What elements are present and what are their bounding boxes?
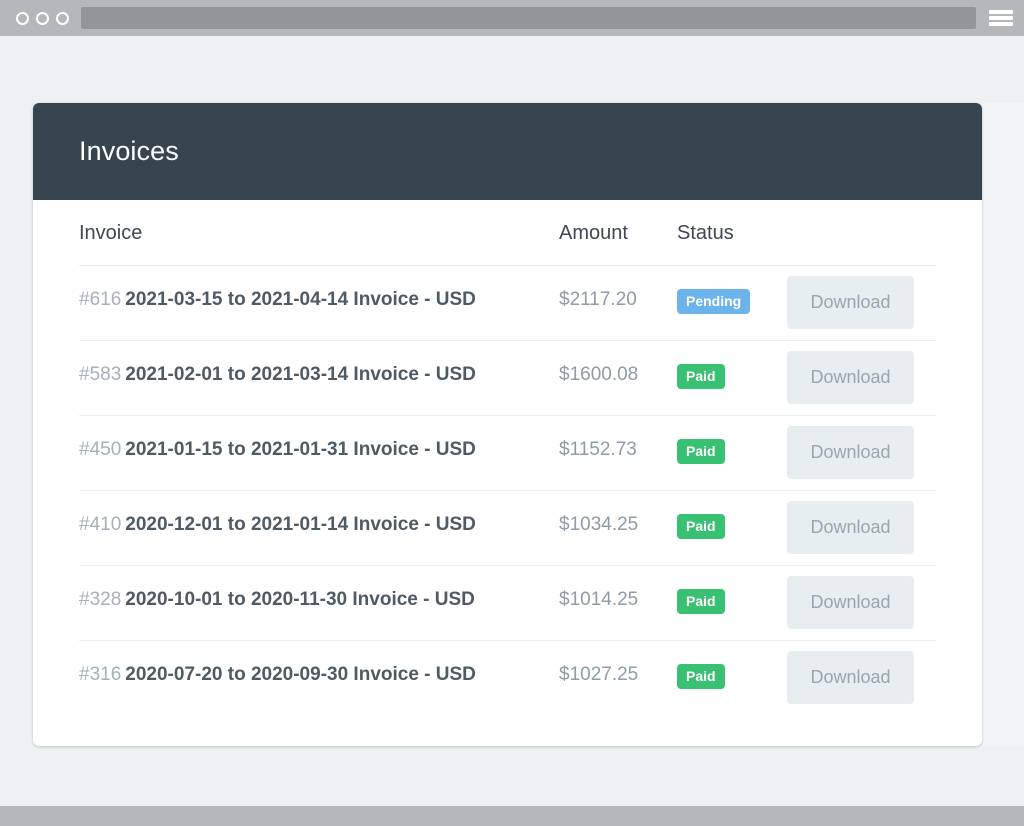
cell-amount: $1600.08 — [559, 340, 677, 416]
table-row: #616 2021-03-15 to 2021-04-14 Invoice - U… — [79, 265, 936, 341]
column-header-action — [787, 200, 936, 266]
cell-amount: $1027.25 — [559, 641, 677, 716]
invoice-label: #410 2020-12-01 to 2021-01-14 Invoice - U… — [79, 491, 559, 536]
invoice-label: #450 2021-01-15 to 2021-01-31 Invoice - U… — [79, 416, 559, 461]
invoice-number: #583 — [79, 364, 122, 385]
page-right-gutter — [982, 103, 1024, 746]
invoice-label: #583 2021-02-01 to 2021-03-14 Invoice - U… — [79, 341, 559, 386]
cell-amount: $1014.25 — [559, 565, 677, 641]
column-header-status: Status — [677, 200, 787, 266]
invoice-amount: $1034.25 — [559, 514, 639, 535]
invoices-table: Invoice Amount Status #616 2021-03-15 to … — [79, 200, 936, 716]
status-wrapper: Paid — [677, 566, 787, 614]
address-bar[interactable] — [81, 7, 976, 29]
status-badge: Paid — [677, 589, 725, 614]
close-window-icon[interactable] — [16, 11, 29, 25]
cell-invoice: #583 2021-02-01 to 2021-03-14 Invoice - U… — [79, 340, 559, 416]
download-button[interactable]: Download — [787, 576, 914, 629]
cell-status: Paid — [677, 415, 787, 491]
cell-invoice: #450 2021-01-15 to 2021-01-31 Invoice - U… — [79, 415, 559, 491]
cell-invoice: #616 2021-03-15 to 2021-04-14 Invoice - U… — [79, 265, 559, 341]
status-wrapper: Paid — [677, 641, 787, 689]
invoice-number: #316 — [79, 664, 122, 685]
invoice-amount: $1152.73 — [559, 439, 637, 460]
hamburger-bar-1 — [989, 10, 1013, 14]
hamburger-menu-icon[interactable] — [989, 8, 1013, 28]
status-wrapper: Paid — [677, 416, 787, 464]
invoice-amount: $1027.25 — [559, 664, 639, 685]
cell-amount: $2117.20 — [559, 265, 677, 341]
invoice-description: 2020-07-20 to 2020-09-30 Invoice - USD — [125, 664, 476, 685]
cell-action: Download — [787, 340, 936, 416]
table-head: Invoice Amount Status — [79, 200, 936, 266]
table-row: #410 2020-12-01 to 2021-01-14 Invoice - U… — [79, 490, 936, 566]
cell-amount: $1152.73 — [559, 415, 677, 491]
invoice-description: 2020-10-01 to 2020-11-30 Invoice - USD — [125, 589, 475, 610]
cell-action: Download — [787, 415, 936, 491]
cell-amount: $1034.25 — [559, 490, 677, 566]
status-badge: Paid — [677, 439, 725, 464]
minimize-window-icon[interactable] — [36, 11, 49, 25]
window-controls — [16, 11, 69, 25]
cell-action: Download — [787, 490, 936, 566]
column-header-amount: Amount — [559, 200, 677, 266]
card-header: Invoices — [33, 103, 982, 200]
cell-status: Pending — [677, 265, 787, 341]
download-button[interactable]: Download — [787, 276, 914, 329]
invoice-description: 2021-02-01 to 2021-03-14 Invoice - USD — [125, 364, 476, 385]
invoices-card: Invoices Invoice Amount Status #616 2021-… — [33, 103, 982, 746]
status-badge: Paid — [677, 364, 725, 389]
browser-toolbar — [0, 0, 1024, 36]
status-wrapper: Paid — [677, 491, 787, 539]
cell-status: Paid — [677, 565, 787, 641]
invoice-description: 2020-12-01 to 2021-01-14 Invoice - USD — [125, 514, 476, 535]
cell-invoice: #410 2020-12-01 to 2021-01-14 Invoice - U… — [79, 490, 559, 566]
hamburger-bar-2 — [989, 16, 1013, 20]
column-header-invoice: Invoice — [79, 200, 559, 266]
table-row: #450 2021-01-15 to 2021-01-31 Invoice - U… — [79, 415, 936, 491]
cell-status: Paid — [677, 641, 787, 716]
status-wrapper: Pending — [677, 266, 787, 314]
cell-action: Download — [787, 641, 936, 716]
cell-status: Paid — [677, 490, 787, 566]
cell-action: Download — [787, 265, 936, 341]
invoices-table-container: Invoice Amount Status #616 2021-03-15 to … — [33, 200, 982, 716]
invoice-description: 2021-03-15 to 2021-04-14 Invoice - USD — [125, 289, 476, 310]
table-row: #316 2020-07-20 to 2020-09-30 Invoice - U… — [79, 641, 936, 716]
invoice-amount: $1600.08 — [559, 364, 639, 385]
table-row: #328 2020-10-01 to 2020-11-30 Invoice - U… — [79, 565, 936, 641]
invoice-amount: $2117.20 — [559, 289, 637, 310]
invoice-amount: $1014.25 — [559, 589, 639, 610]
browser-status-bar — [0, 806, 1024, 826]
page-title: Invoices — [79, 136, 179, 166]
invoice-number: #450 — [79, 439, 122, 460]
cell-invoice: #328 2020-10-01 to 2020-11-30 Invoice - U… — [79, 565, 559, 641]
download-button[interactable]: Download — [787, 501, 914, 554]
status-wrapper: Paid — [677, 341, 787, 389]
invoice-number: #410 — [79, 514, 122, 535]
status-badge: Paid — [677, 664, 725, 689]
hamburger-bar-3 — [989, 22, 1013, 26]
cell-action: Download — [787, 565, 936, 641]
invoice-label: #316 2020-07-20 to 2020-09-30 Invoice - U… — [79, 641, 559, 686]
invoice-label: #328 2020-10-01 to 2020-11-30 Invoice - U… — [79, 566, 559, 611]
invoice-description: 2021-01-15 to 2021-01-31 Invoice - USD — [125, 439, 476, 460]
invoice-number: #616 — [79, 289, 122, 310]
download-button[interactable]: Download — [787, 426, 914, 479]
table-body: #616 2021-03-15 to 2021-04-14 Invoice - U… — [79, 265, 936, 716]
invoice-label: #616 2021-03-15 to 2021-04-14 Invoice - U… — [79, 266, 559, 311]
invoice-number: #328 — [79, 589, 122, 610]
table-row: #583 2021-02-01 to 2021-03-14 Invoice - U… — [79, 340, 936, 416]
maximize-window-icon[interactable] — [56, 11, 69, 25]
cell-invoice: #316 2020-07-20 to 2020-09-30 Invoice - U… — [79, 641, 559, 716]
download-button[interactable]: Download — [787, 651, 914, 704]
status-badge: Paid — [677, 514, 725, 539]
download-button[interactable]: Download — [787, 351, 914, 404]
cell-status: Paid — [677, 340, 787, 416]
table-header-row: Invoice Amount Status — [79, 200, 936, 266]
status-badge: Pending — [677, 289, 751, 314]
